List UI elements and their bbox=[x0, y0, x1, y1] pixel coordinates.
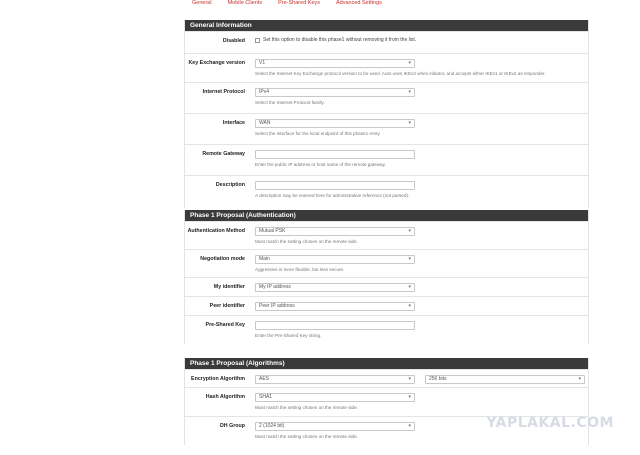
description-row: Description A description may be entered… bbox=[185, 175, 588, 208]
key-length-value: 256 bits bbox=[429, 376, 447, 382]
hash-select[interactable]: SHA1 ▾ bbox=[255, 393, 415, 402]
chevron-down-icon: ▾ bbox=[408, 303, 411, 309]
encryption-row: Encryption Algorithm AES ▾ 256 bits ▾ bbox=[185, 369, 588, 387]
auth-method-label: Authentication Method bbox=[187, 228, 245, 234]
remote-gateway-input[interactable] bbox=[255, 150, 415, 159]
hash-help: Must match the setting chosen on the rem… bbox=[255, 405, 358, 410]
hash-row: Hash Algorithm SHA1 ▾ Must match the set… bbox=[185, 387, 588, 416]
negotiation-row: Negotiation mode Main ▾ Aggressive is mo… bbox=[185, 249, 588, 277]
interface-help: Select the interface for the local endpo… bbox=[255, 131, 381, 136]
dh-group-help: Must match the setting chosen on the rem… bbox=[255, 434, 358, 439]
auth-method-row: Authentication Method Mutual PSK ▾ Must … bbox=[185, 221, 588, 249]
auth-method-value: Mutual PSK bbox=[259, 228, 286, 234]
ip-select[interactable]: IPv4 ▾ bbox=[255, 88, 415, 97]
kex-row: Key Exchange version V1 ▾ Select the Int… bbox=[185, 53, 588, 82]
chevron-down-icon: ▾ bbox=[408, 120, 411, 126]
panel-heading: General Information bbox=[185, 20, 588, 31]
tab-advanced-settings[interactable]: Advanced Settings bbox=[328, 0, 390, 6]
remote-gateway-row: Remote Gateway Enter the public IP addre… bbox=[185, 144, 588, 175]
chevron-down-icon: ▾ bbox=[408, 423, 411, 429]
my-identifier-label: My identifier bbox=[213, 284, 245, 290]
chevron-down-icon: ▾ bbox=[408, 256, 411, 262]
disabled-label: Disabled bbox=[222, 38, 245, 44]
encryption-value: AES bbox=[259, 376, 270, 382]
auth-method-help: Must match the setting chosen on the rem… bbox=[255, 239, 358, 244]
kex-value: V1 bbox=[259, 60, 266, 66]
ip-help: Select the Internet Protocol family. bbox=[255, 100, 325, 105]
dh-group-value: 2 (1024 bit) bbox=[259, 423, 285, 429]
disabled-checkbox[interactable]: Set this option to disable this phase1 w… bbox=[255, 37, 588, 43]
my-identifier-row: My identifier My IP address ▾ bbox=[185, 277, 588, 296]
tab-pre-shared-keys[interactable]: Pre-Shared Keys bbox=[270, 0, 328, 6]
kex-label: Key Exchange version bbox=[188, 60, 245, 66]
negotiation-value: Main bbox=[259, 256, 270, 262]
interface-row: Interface WAN ▾ Select the interface for… bbox=[185, 113, 588, 144]
psk-row: Pre-Shared Key Enter the Pre-Shared Key … bbox=[185, 315, 588, 344]
key-length-select[interactable]: 256 bits ▾ bbox=[425, 375, 585, 384]
tab-mobile-clients[interactable]: Mobile Clients bbox=[220, 0, 271, 6]
peer-identifier-label: Peer identifier bbox=[209, 303, 245, 309]
chevron-down-icon: ▾ bbox=[408, 228, 411, 234]
remote-gateway-help: Enter the public IP address or host name… bbox=[255, 162, 386, 167]
auth-method-select[interactable]: Mutual PSK ▾ bbox=[255, 227, 415, 236]
chevron-down-icon: ▾ bbox=[408, 376, 411, 382]
psk-label: Pre-Shared Key bbox=[205, 322, 245, 328]
chevron-down-icon: ▾ bbox=[408, 284, 411, 290]
watermark: YAPLAKAL.COM bbox=[486, 415, 614, 431]
ip-row: Internet Protocol IPv4 ▾ Select the Inte… bbox=[185, 82, 588, 113]
chevron-down-icon: ▾ bbox=[408, 394, 411, 400]
chevron-down-icon: ▾ bbox=[578, 376, 581, 382]
negotiation-label: Negotiation mode bbox=[200, 256, 245, 262]
interface-value: WAN bbox=[259, 120, 271, 126]
panel-heading: Phase 1 Proposal (Authentication) bbox=[185, 210, 588, 221]
hash-label: Hash Algorithm bbox=[205, 394, 245, 400]
hash-value: SHA1 bbox=[259, 394, 273, 400]
tab-bar: General Mobile Clients Pre-Shared Keys A… bbox=[184, 0, 588, 12]
panel-heading: Phase 1 Proposal (Algorithms) bbox=[185, 358, 588, 369]
chevron-down-icon: ▾ bbox=[408, 89, 411, 95]
authentication-panel: Phase 1 Proposal (Authentication) Authen… bbox=[184, 210, 589, 344]
encryption-label: Encryption Algorithm bbox=[191, 376, 245, 382]
checkbox-box[interactable] bbox=[255, 37, 260, 43]
interface-label: Interface bbox=[222, 120, 245, 126]
algorithms-panel: Phase 1 Proposal (Algorithms) Encryption… bbox=[184, 358, 589, 445]
my-identifier-value: My IP address bbox=[259, 284, 291, 290]
ip-label: Internet Protocol bbox=[202, 89, 245, 95]
chevron-down-icon: ▾ bbox=[408, 60, 411, 66]
remote-gateway-label: Remote Gateway bbox=[202, 151, 245, 157]
description-input[interactable] bbox=[255, 181, 415, 190]
dh-group-select[interactable]: 2 (1024 bit) ▾ bbox=[255, 422, 415, 431]
peer-identifier-select[interactable]: Peer IP address ▾ bbox=[255, 302, 415, 311]
tab-general[interactable]: General bbox=[184, 0, 220, 6]
general-information-panel: General Information Disabled Set this op… bbox=[184, 20, 589, 208]
description-label: Description bbox=[215, 182, 245, 188]
ip-value: IPv4 bbox=[259, 89, 270, 95]
peer-identifier-row: Peer identifier Peer IP address ▾ bbox=[185, 296, 588, 315]
encryption-select[interactable]: AES ▾ bbox=[255, 375, 415, 384]
disabled-row: Disabled Set this option to disable this… bbox=[185, 31, 588, 53]
kex-select[interactable]: V1 ▾ bbox=[255, 59, 415, 68]
negotiation-select[interactable]: Main ▾ bbox=[255, 255, 415, 264]
peer-identifier-value: Peer IP address bbox=[259, 303, 295, 309]
psk-input[interactable] bbox=[255, 321, 415, 330]
dh-group-label: DH Group bbox=[219, 423, 245, 429]
negotiation-help: Aggressive is more flexible, but less se… bbox=[255, 267, 345, 272]
disabled-text: Set this option to disable this phase1 w… bbox=[263, 37, 417, 43]
kex-help: Select the Internet Key Exchange protoco… bbox=[255, 71, 546, 76]
my-identifier-select[interactable]: My IP address ▾ bbox=[255, 283, 415, 292]
interface-select[interactable]: WAN ▾ bbox=[255, 119, 415, 128]
description-help: A description may be entered here for ad… bbox=[255, 193, 410, 198]
psk-help: Enter the Pre-Shared Key string. bbox=[255, 333, 322, 338]
